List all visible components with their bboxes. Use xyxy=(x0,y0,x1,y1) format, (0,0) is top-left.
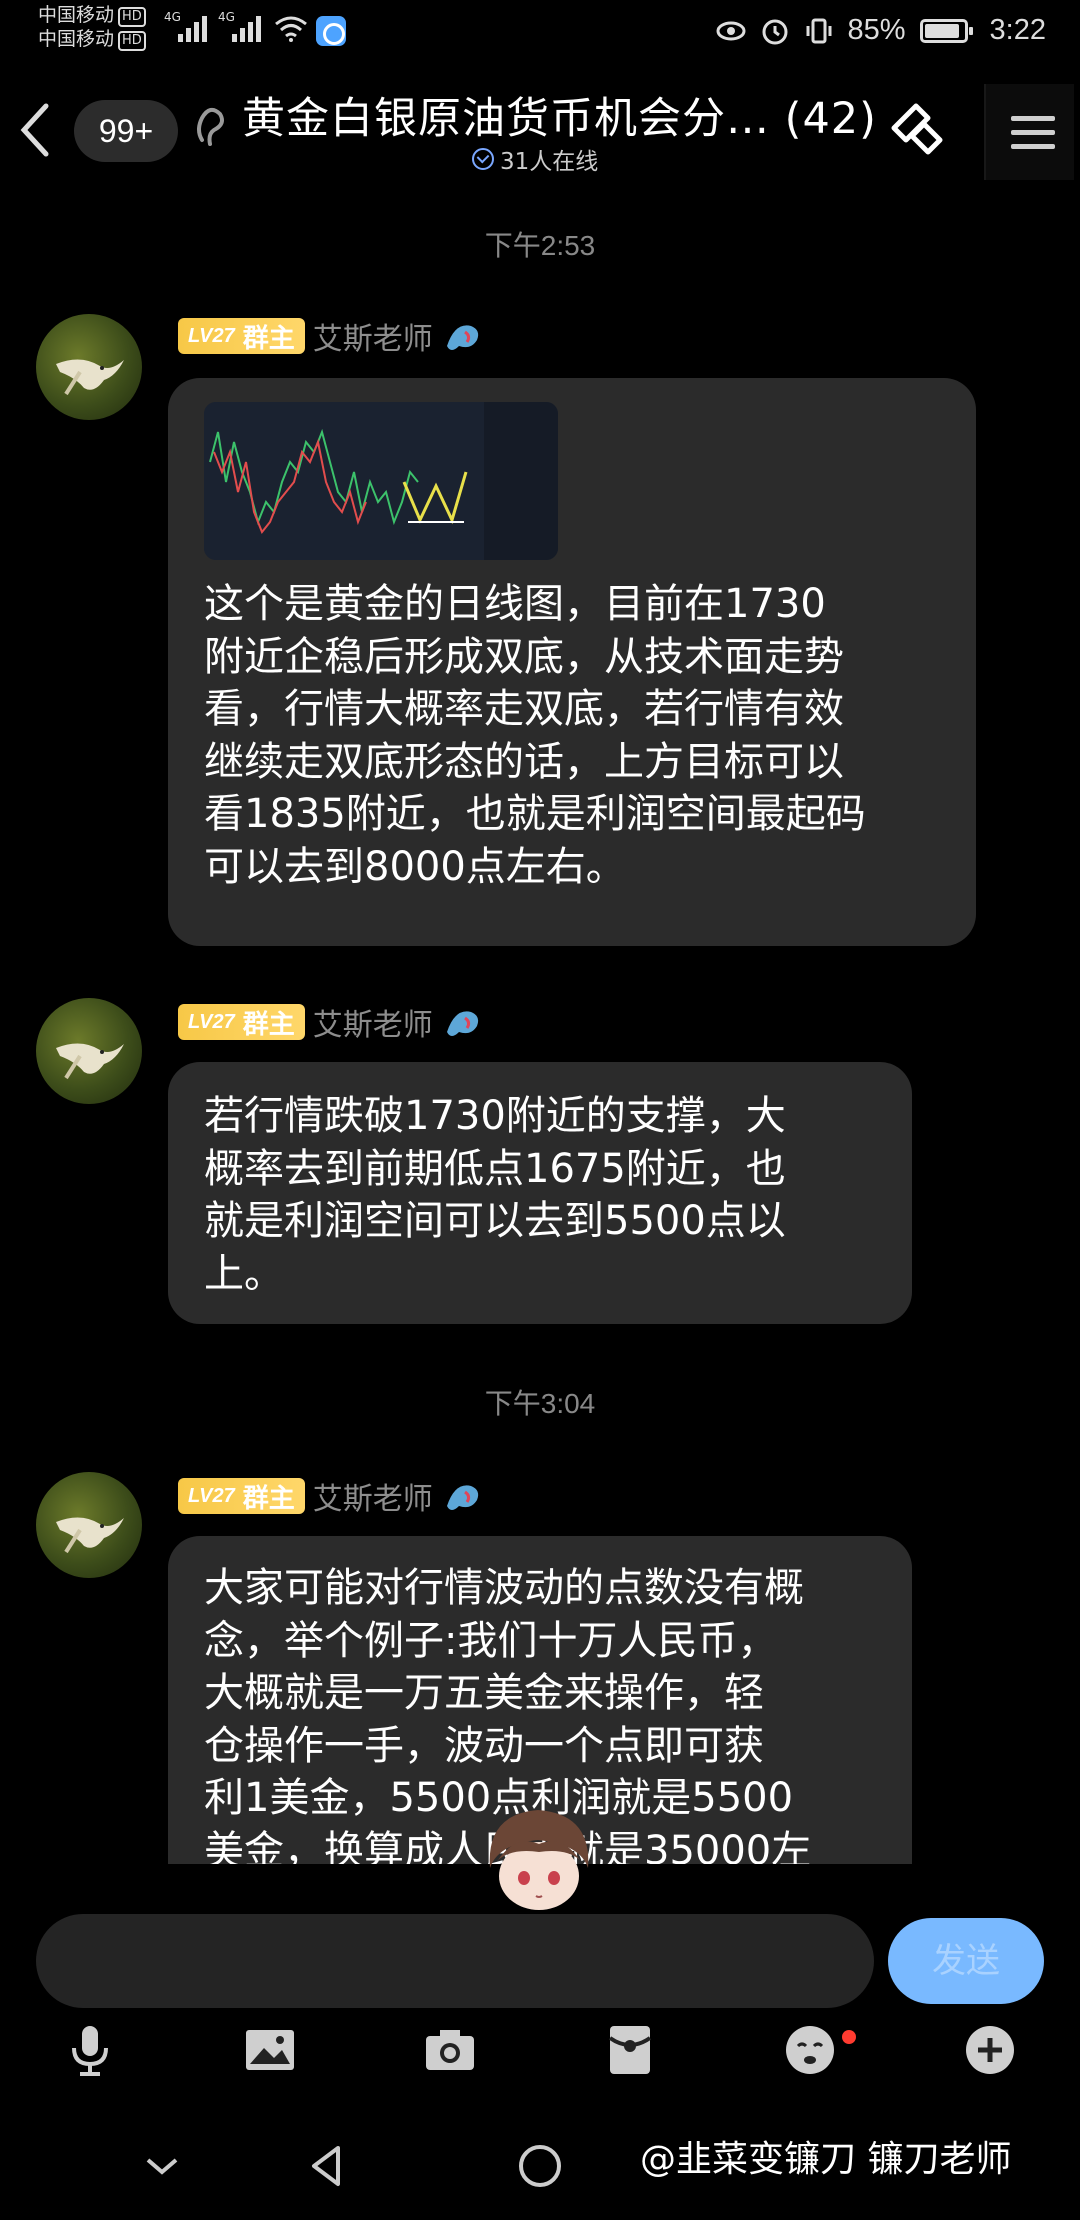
message-meta: LV27 群主 艾斯老师 xyxy=(178,1474,485,1518)
level-badge: LV27 群主 xyxy=(178,1478,305,1514)
sender-name[interactable]: 艾斯老师 xyxy=(313,1474,433,1518)
earpiece-mode-icon[interactable] xyxy=(192,100,226,150)
message-bubble[interactable]: 这个是黄金的日线图，目前在1730 附近企稳后形成双底，从技术面走势 看，行情大… xyxy=(168,378,976,946)
menu-button[interactable] xyxy=(984,84,1074,180)
tag-link-icon[interactable] xyxy=(884,96,950,162)
signal-icon-2: 4G xyxy=(218,10,261,42)
nav-back-icon[interactable] xyxy=(296,2136,356,2196)
dragon-title-icon xyxy=(446,325,478,350)
message-text: 若行情跌破1730附近的支撑，大 概率去到前期低点1675附近，也 就是利润空间… xyxy=(204,1093,786,1297)
hummingbird-avatar-image xyxy=(56,359,124,396)
sender-name[interactable]: 艾斯老师 xyxy=(313,1000,433,1044)
send-button[interactable]: 发送 xyxy=(888,1918,1044,2004)
plus-icon[interactable] xyxy=(960,2020,1020,2080)
camera-icon[interactable] xyxy=(420,2020,480,2080)
composer-toolbar xyxy=(0,2020,1080,2100)
sender-name[interactable]: 艾斯老师 xyxy=(313,314,433,358)
message-bubble[interactable]: 若行情跌破1730附近的支撑，大 概率去到前期低点1675附近，也 就是利润空间… xyxy=(168,1062,912,1324)
vibrate-icon xyxy=(806,18,831,43)
online-check-icon xyxy=(472,148,494,170)
menu-icon xyxy=(1011,116,1055,121)
app-notification-icon xyxy=(316,16,346,46)
level-badge: LV27 群主 xyxy=(178,318,305,354)
message-text: 这个是黄金的日线图，目前在1730 附近企稳后形成双底，从技术面走势 看，行情大… xyxy=(204,581,866,890)
notification-dot xyxy=(842,2030,856,2044)
group-title[interactable]: 黄金白银原油货币机会分… (42) xyxy=(242,84,877,146)
dragon-title-icon xyxy=(446,1011,478,1036)
chart-image-thumbnail[interactable] xyxy=(204,402,558,560)
timestamp: 下午3:04 xyxy=(484,1388,596,1419)
floating-character-icon[interactable] xyxy=(476,1804,602,1912)
image-icon[interactable] xyxy=(240,2020,300,2080)
wifi-icon xyxy=(275,16,307,42)
dragon-title-icon xyxy=(446,1485,478,1510)
chat-header: 99+ 黄金白银原油货币机会分… (42) 31人在线 xyxy=(0,70,1080,190)
hummingbird-avatar-image xyxy=(56,1517,124,1554)
avatar[interactable] xyxy=(36,314,142,420)
signal-icon-1: 4G xyxy=(164,10,207,42)
level-badge: LV27 群主 xyxy=(178,1004,305,1040)
red-packet-icon[interactable] xyxy=(600,2020,660,2080)
emoji-icon[interactable] xyxy=(780,2020,840,2080)
clock: 3:22 xyxy=(989,14,1046,46)
collapse-down-icon[interactable] xyxy=(132,2136,192,2196)
microphone-icon[interactable] xyxy=(60,2020,120,2080)
eye-icon xyxy=(716,21,745,40)
carrier-2: 中国移动 HD xyxy=(38,28,146,51)
avatar[interactable] xyxy=(36,998,142,1104)
message-meta: LV27 群主 艾斯老师 xyxy=(178,314,485,358)
carrier-1: 中国移动 HD xyxy=(38,4,146,27)
hummingbird-avatar-image xyxy=(56,1043,124,1080)
battery-percent: 85% xyxy=(847,14,906,46)
battery-icon xyxy=(919,18,973,43)
back-arrow-icon[interactable] xyxy=(14,98,58,162)
nav-home-icon[interactable] xyxy=(510,2136,570,2196)
unread-count-badge[interactable]: 99+ xyxy=(74,100,178,162)
message-input[interactable] xyxy=(36,1914,874,2008)
status-bar: 中国移动 HD 中国移动 HD 4G 4G 85% 3:22 xyxy=(0,0,1080,66)
online-status[interactable]: 31人在线 xyxy=(472,142,598,176)
watermark: @韭菜变镰刀 镰刀老师 xyxy=(640,2139,1012,2180)
candlestick-chart-image xyxy=(204,402,558,560)
avatar[interactable] xyxy=(36,1472,142,1578)
message-meta: LV27 群主 艾斯老师 xyxy=(178,1000,485,1044)
alarm-icon xyxy=(762,19,787,44)
timestamp: 下午2:53 xyxy=(484,230,596,261)
